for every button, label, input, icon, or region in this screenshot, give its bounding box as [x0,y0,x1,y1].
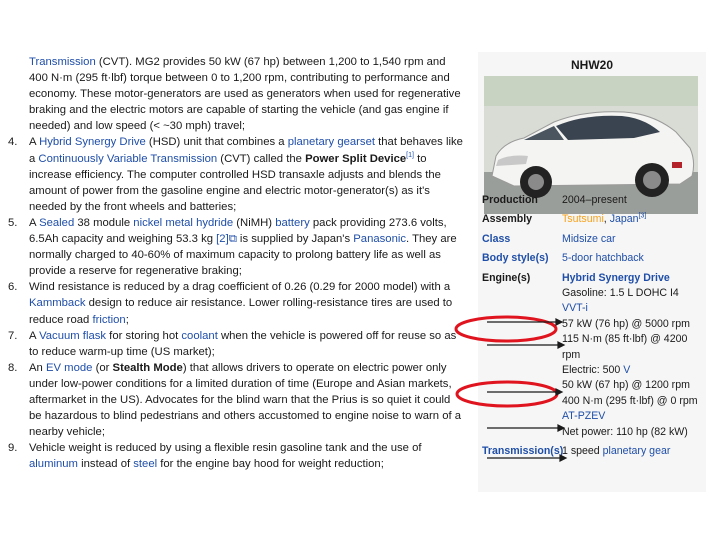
text: A [29,216,40,229]
list-number: 7. [8,329,18,342]
row-label: Engine(s) [482,271,531,284]
kammback-link[interactable]: Kammback [29,297,86,309]
list-item: 4. A Hybrid Synergy Drive (HSD) unit tha… [8,134,464,214]
gasoline-torque: 115 N·m (85 ft·lbf) @ 4200 rpm [562,333,688,361]
transmission-label-link[interactable]: Transmission(s) [482,444,563,459]
text: (or [92,361,113,374]
text: (HSD) unit that combines a [145,136,288,149]
list-item: 8. An EV mode (or Stealth Mode) that all… [8,360,464,440]
reference-link[interactable]: [2] [216,233,229,245]
text: instead of [77,458,134,471]
infobox: NHW20 Production 2004–present Assembly T… [478,52,706,492]
text: is supplied by Japan's [236,233,354,246]
text: Wind resistance is reduced by a drag coe… [29,281,451,294]
infobox-row-body-style: Body style(s) 5-door hatchback [478,251,706,266]
gasoline-power: 57 kW (76 hp) @ 5000 rpm [562,317,690,330]
vvti-link[interactable]: VVT-i [562,302,588,314]
list-number: 6. [8,281,18,294]
electric-torque: 400 N·m (295 ft·lbf) @ 0 rpm [562,394,698,407]
steel-link[interactable]: steel [133,458,157,470]
text: (CVT) called the [217,152,306,165]
nimh-link[interactable]: nickel metal hydride [133,217,233,229]
volt-link[interactable]: V [623,364,630,376]
text: ; [125,313,129,326]
electric-title: Electric: 500 [562,364,624,377]
sealed-link[interactable]: Sealed [39,217,74,229]
row-value: 2004–present [562,194,627,206]
hsd-link[interactable]: Hybrid Synergy Drive [39,136,146,148]
list-number: 8. [8,361,18,374]
atpzev-link[interactable]: AT-PZEV [562,410,605,422]
list-number: 5. [8,216,18,229]
planetary-gear-link[interactable]: planetary gear [603,445,671,457]
list-item: 5. A Sealed 38 module nickel metal hydri… [8,215,464,279]
infobox-row-assembly: Assembly Tsutsumi, Japan[3] [478,212,706,227]
planetary-gearset-link[interactable]: planetary gearset [288,136,375,148]
infobox-rows: Production 2004–present Assembly Tsutsum… [478,193,706,460]
list-item: 7. A Vacuum flask for storing hot coolan… [8,328,464,360]
infobox-row-production: Production 2004–present [478,193,706,208]
list-number: 4. [8,136,18,149]
row-value: 1 speed planetary gear [562,444,702,459]
aluminum-link[interactable]: aluminum [29,458,78,470]
electric-power: 50 kW (67 hp) @ 1200 rpm [562,379,690,392]
text: for storing hot [106,329,182,342]
list-item: 9. Vehicle weight is reduced by using a … [8,440,464,472]
hatchback-link[interactable]: 5-door hatchback [562,251,702,266]
text: for the engine bay hood for weight reduc… [157,458,384,471]
infobox-row-class: Class Midsize car [478,232,706,247]
tsutsumi-link[interactable]: Tsutsumi [562,213,604,225]
text: A [29,136,40,149]
battery-link[interactable]: battery [275,217,310,229]
list-item: 6. Wind resistance is reduced by a drag … [8,279,464,327]
text: 1 speed [562,445,603,458]
text: 38 module [74,216,134,229]
row-label: Production [482,194,538,206]
midsize-car-link[interactable]: Midsize car [562,232,702,247]
intro-paragraph: Transmission (CVT). MG2 provides 50 kW (… [8,54,464,134]
text: (NiMH) [233,216,276,229]
gasoline-title: Gasoline: 1.5 L DOHC I4 [562,287,679,300]
hsd-link[interactable]: Hybrid Synergy Drive [562,272,670,284]
external-link-icon: ⧉ [228,233,237,246]
cvt-link[interactable]: Continuously Variable Transmission [38,153,217,165]
stealth-mode: Stealth Mode [112,361,183,374]
text: An [29,361,46,374]
infobox-title: NHW20 [570,58,613,72]
citation-link[interactable]: [3] [639,213,647,220]
transmission-link[interactable]: Transmission [29,56,96,68]
infobox-row-engines: Engine(s) Hybrid Synergy Drive Gasoline:… [478,271,706,440]
infobox-row-transmission: Transmission(s) 1 speed planetary gear [478,444,706,459]
list-number: 9. [8,442,18,455]
engine-details: Hybrid Synergy Drive Gasoline: 1.5 L DOH… [562,271,702,440]
body-style-link[interactable]: Body style(s) [482,251,562,266]
text: Vehicle weight is reduced by using a fle… [29,442,422,455]
ev-mode-link[interactable]: EV mode [46,362,92,374]
vacuum-flask-link[interactable]: Vacuum flask [39,330,106,342]
japan-link[interactable]: Japan [610,213,639,225]
friction-link[interactable]: friction [92,314,125,326]
citation-link[interactable]: [1] [406,152,414,159]
power-split-device: Power Split Device [305,152,407,165]
row-label: Assembly [482,213,533,226]
coolant-link[interactable]: coolant [181,330,217,342]
text: A [29,329,40,342]
panasonic-link[interactable]: Panasonic [353,233,406,245]
row-value: Tsutsumi, Japan[3] [562,212,702,227]
class-link[interactable]: Class [482,232,562,247]
article-text: Transmission (CVT). MG2 provides 50 kW (… [8,54,464,472]
net-power: Net power: 110 hp (82 kW) [562,425,688,438]
